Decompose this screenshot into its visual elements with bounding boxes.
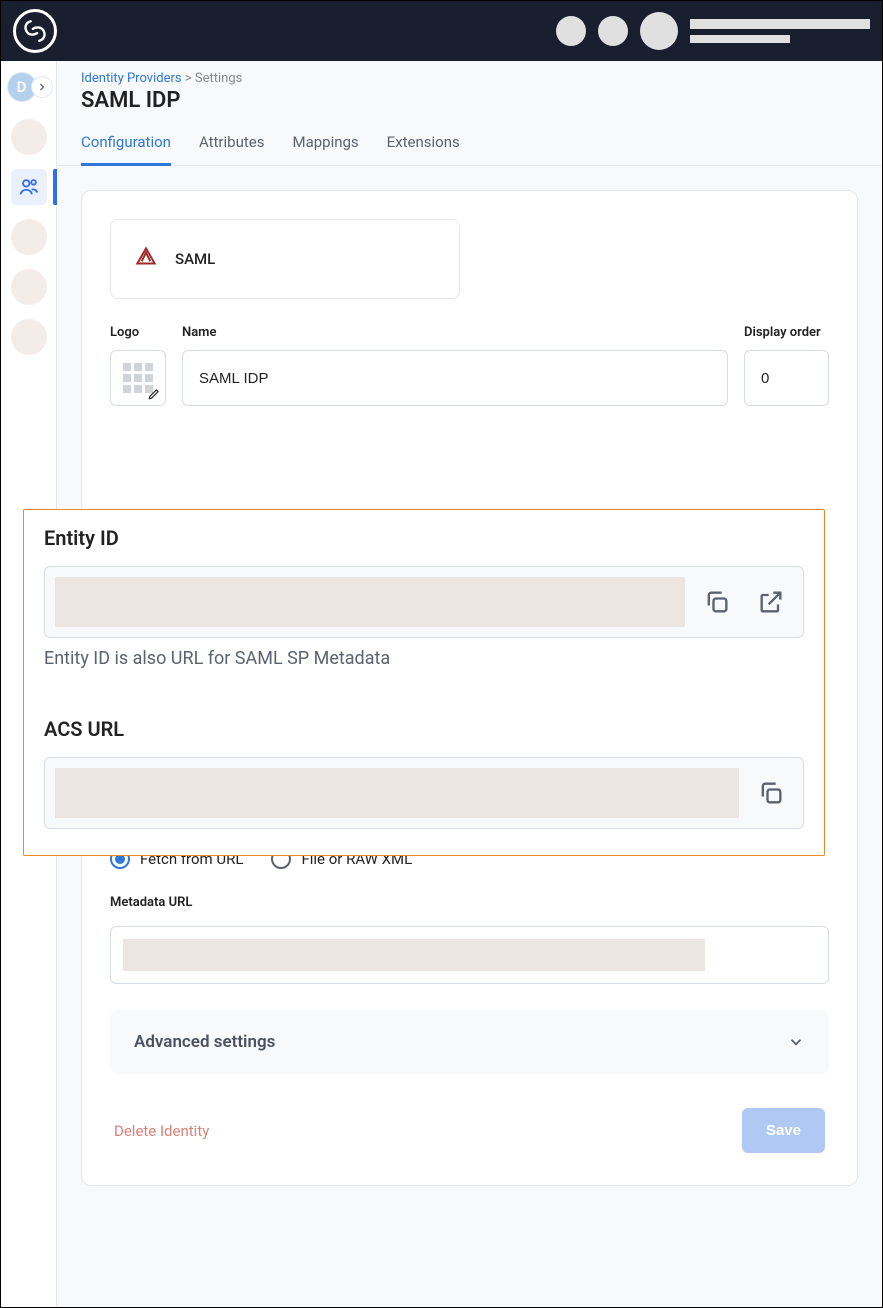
breadcrumb-parent[interactable]: Identity Providers — [81, 71, 182, 86]
entity-id-label: Entity ID — [44, 526, 804, 550]
tab-configuration[interactable]: Configuration — [81, 123, 171, 166]
chevron-right-icon — [31, 76, 53, 98]
user-info-placeholder — [690, 19, 870, 43]
tabs: Configuration Attributes Mappings Extens… — [57, 123, 882, 166]
breadcrumb-current: Settings — [195, 71, 242, 86]
entity-id-field — [44, 566, 804, 638]
save-button[interactable]: Save — [742, 1108, 825, 1153]
sidebar-item[interactable] — [11, 119, 47, 155]
pencil-icon — [147, 387, 161, 401]
provider-card: SAML — [110, 219, 460, 299]
sidebar-item-users[interactable] — [11, 169, 47, 205]
app-logo-icon[interactable] — [13, 9, 57, 53]
provider-name: SAML — [175, 250, 215, 268]
saml-icon — [133, 244, 159, 274]
redacted-value — [123, 939, 705, 971]
name-label: Name — [182, 325, 728, 340]
top-bar — [1, 1, 882, 61]
entity-id-hint: Entity ID is also URL for SAML SP Metada… — [44, 648, 804, 669]
acs-url-field — [44, 757, 804, 829]
display-order-input[interactable] — [744, 350, 829, 406]
header-placeholder-icon — [556, 16, 586, 46]
org-switcher[interactable]: D — [7, 69, 51, 105]
copy-button[interactable] — [695, 580, 739, 624]
metadata-url-label: Metadata URL — [110, 895, 829, 910]
tab-attributes[interactable]: Attributes — [199, 123, 265, 166]
sidebar-item[interactable] — [11, 319, 47, 355]
breadcrumb: Identity Providers > Settings — [81, 71, 858, 86]
logo-upload[interactable] — [110, 350, 166, 406]
logo-label: Logo — [110, 325, 166, 340]
acs-url-label: ACS URL — [44, 717, 804, 741]
redacted-value — [55, 768, 739, 818]
header-placeholder-icon — [598, 16, 628, 46]
order-label: Display order — [744, 325, 829, 340]
sidebar-item[interactable] — [11, 219, 47, 255]
name-input[interactable] — [182, 350, 728, 406]
tab-extensions[interactable]: Extensions — [387, 123, 460, 166]
chevron-down-icon — [787, 1033, 805, 1051]
tab-mappings[interactable]: Mappings — [292, 123, 358, 166]
copy-button[interactable] — [749, 771, 793, 815]
redacted-value — [55, 577, 685, 627]
metadata-url-input[interactable] — [110, 926, 829, 984]
page-title: SAML IDP — [81, 88, 858, 113]
delete-identity-link[interactable]: Delete Identity — [114, 1122, 209, 1140]
user-avatar[interactable] — [640, 12, 678, 50]
sidebar-item[interactable] — [11, 269, 47, 305]
advanced-settings-toggle[interactable]: Advanced settings — [110, 1010, 829, 1074]
open-external-button[interactable] — [749, 580, 793, 624]
highlighted-callout: Entity ID Entity ID is also URL for SAML… — [23, 509, 825, 856]
